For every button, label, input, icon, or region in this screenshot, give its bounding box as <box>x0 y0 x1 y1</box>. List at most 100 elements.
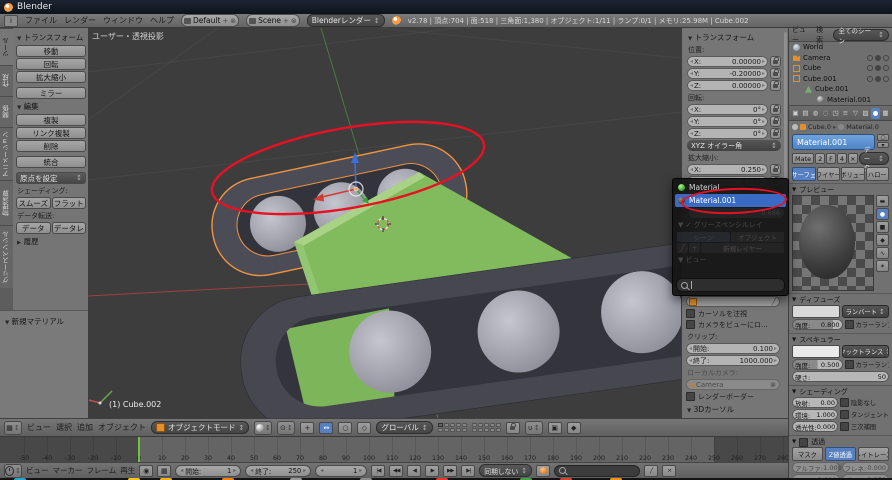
browse-material-button[interactable]: Mate <box>792 153 815 164</box>
location-z-field[interactable]: ◂ Z: 0.00000 ▸ <box>687 80 768 91</box>
scene-selector[interactable]: Scene + ⊗ <box>246 14 300 27</box>
mirror-button[interactable]: ミラー <box>16 87 86 99</box>
rotation-z-field[interactable]: ◂ Z: 0° ▸ <box>687 128 768 139</box>
tab-render-icon[interactable]: ▣ <box>791 108 800 119</box>
tab-object-icon[interactable]: ◳ <box>831 108 840 119</box>
transparency-raytrace-button[interactable]: レイトレース <box>858 447 889 461</box>
join-button[interactable]: 統合 <box>16 156 86 168</box>
render-engine-dropdown[interactable]: Blenderレンダー ↕ <box>306 14 385 27</box>
pin-button[interactable]: ○ <box>877 134 889 141</box>
diffuse-color-swatch[interactable] <box>792 305 840 318</box>
material-name-field[interactable]: Material.001 <box>792 134 875 150</box>
insert-keyframe-button[interactable]: ╱ <box>644 464 659 477</box>
render-opengl-anim-button[interactable]: ◆ <box>566 421 581 434</box>
tab-render-layers-icon[interactable]: ▤ <box>801 108 810 119</box>
preview-cube-button[interactable]: ■ <box>876 221 889 233</box>
pivot-point-dropdown[interactable]: ⊙ ↕ <box>277 420 296 435</box>
menu-render[interactable]: レンダー <box>64 15 96 26</box>
tab-relations[interactable]: 関係 <box>0 96 13 127</box>
preview-flat-button[interactable]: ▬ <box>876 195 889 207</box>
close-layout-button[interactable]: ⊗ <box>230 17 236 25</box>
current-frame-field[interactable]: ◂ 1 ▸ <box>315 464 368 477</box>
type-wire-tab[interactable]: ワイヤー <box>816 167 840 181</box>
close-scene-button[interactable]: ⊗ <box>291 17 297 25</box>
menu-select[interactable]: 選択 <box>56 422 72 433</box>
screen-layout-selector[interactable]: Default + ⊗ <box>181 14 240 27</box>
delete-keyframe-button[interactable]: × <box>662 464 677 477</box>
shade-flat-button[interactable]: フラット <box>51 197 86 209</box>
local-camera-field[interactable]: Camera ⊗ <box>686 379 780 390</box>
transparency-checkbox[interactable] <box>799 437 809 447</box>
menu-add[interactable]: 追加 <box>77 422 93 433</box>
tab-tools[interactable]: ツール <box>0 28 13 65</box>
clip-end-field[interactable]: ◂ 終了: 1000.000 ▸ <box>686 355 780 366</box>
panel-header-edit[interactable]: ▼ 編集 <box>17 101 86 112</box>
jump-to-start-button[interactable]: |◀ <box>371 464 386 477</box>
menu-view[interactable]: ビュー <box>27 422 51 433</box>
tab-physics[interactable]: 物理演算 <box>0 180 13 225</box>
frame-start-field[interactable]: ◂ 開始: 1 ▸ <box>175 464 242 477</box>
menu-view[interactable]: ビュー <box>26 465 49 476</box>
users-count-button[interactable]: 2 <box>815 153 826 164</box>
auto-keyframe-button[interactable] <box>536 464 551 477</box>
menu-frame[interactable]: フレーム <box>87 465 117 476</box>
set-origin-dropdown[interactable]: 原点を設定 ↕ <box>16 172 86 184</box>
manipulator-rotate-button[interactable]: ○ <box>338 421 353 434</box>
preview-hair-button[interactable]: ∿ <box>876 247 889 259</box>
tangent-shading-checkbox[interactable]: タンジェント... <box>840 410 889 419</box>
render-opengl-button[interactable]: ▣ <box>547 421 562 434</box>
viewport-3d-scene[interactable] <box>88 28 681 418</box>
sync-mode-dropdown[interactable]: 同期しない ↕ <box>479 464 533 477</box>
transparency-mask-button[interactable]: マスク <box>792 447 823 461</box>
diffuse-shader-dropdown[interactable]: ランバート ↕ <box>841 305 889 318</box>
layers-grid-2[interactable] <box>471 423 501 432</box>
rotate-button[interactable]: 回転 <box>16 58 86 70</box>
specular-ramp-checkbox[interactable]: カラーランプ <box>844 360 889 369</box>
menu-window[interactable]: ウィンドウ <box>103 15 143 26</box>
type-halo-tab[interactable]: ハロー <box>865 167 889 181</box>
outliner-item-cube-001-data[interactable]: Cube.001 <box>789 84 892 95</box>
lock-icon[interactable] <box>770 68 781 79</box>
tab-material-icon[interactable]: ● <box>871 107 880 119</box>
panel-header-transform[interactable]: ▼ トランスフォーム <box>17 32 86 43</box>
menu-file[interactable]: ファイル <box>25 15 57 26</box>
editor-type-button[interactable]: ▦ ↕ <box>4 420 22 435</box>
lock-icon[interactable] <box>770 80 781 91</box>
rotation-mode-dropdown[interactable]: XYZ オイラー角 ↕ <box>687 140 781 151</box>
popup-search-input[interactable] <box>676 278 785 292</box>
outliner-item-camera[interactable]: Camera <box>789 53 892 64</box>
frame-end-field[interactable]: ◂ 終了: 250 ▸ <box>245 464 312 477</box>
delete-button[interactable]: 削除 <box>16 140 86 152</box>
play-button[interactable]: ▶ <box>425 464 440 477</box>
tab-modifiers-icon[interactable]: ▽ <box>851 108 860 119</box>
render-border-row[interactable]: レンダーボーダー <box>686 391 780 402</box>
scale-button[interactable]: 拡大縮小 <box>16 71 86 83</box>
cubic-interpolation-checkbox[interactable]: 三次補間 <box>840 422 889 431</box>
jump-prev-keyframe-button[interactable]: ◀◀ <box>389 464 404 477</box>
tab-scene-icon[interactable]: ◍ <box>811 108 820 119</box>
alpha-field[interactable]: アルファ: 1.000 <box>792 462 842 473</box>
manipulator-toggle[interactable]: + <box>300 421 315 434</box>
window-titlebar[interactable]: Blender <box>0 0 892 14</box>
transform-orientation-dropdown[interactable]: グローバル ↕ <box>376 421 433 434</box>
outliner-item-cube[interactable]: Cube <box>789 63 892 74</box>
outliner-item-cube-001[interactable]: Cube.001 <box>789 74 892 85</box>
fresnel-field[interactable]: フレネ: 0.000 <box>841 462 889 473</box>
preview-sphere-button[interactable]: ● <box>876 208 889 220</box>
diffuse-ramp-checkbox[interactable]: カラーランプ <box>844 320 889 329</box>
scale-x-field[interactable]: ◂ X: 0.250 ▸ <box>687 164 768 175</box>
mode-dropdown[interactable]: オブジェクトモード ↕ <box>151 421 250 434</box>
preview-range-icon[interactable]: ◉ <box>139 464 154 477</box>
rotation-y-field[interactable]: ◂ Y: 0° ▸ <box>687 116 768 127</box>
tab-grease-pencil[interactable]: グリースペンシル <box>0 225 13 288</box>
tab-data-icon[interactable]: ▨ <box>861 108 870 119</box>
outliner-item-world[interactable]: World <box>789 42 892 53</box>
translate-button[interactable]: 移動 <box>16 45 86 57</box>
layers-grid-1[interactable] <box>437 423 467 432</box>
jump-next-keyframe-button[interactable]: ▶▶ <box>443 464 458 477</box>
manipulator-translate-button[interactable]: ↔ <box>319 421 334 434</box>
preview-monkey-button[interactable]: ◆ <box>876 234 889 246</box>
add-scene-button[interactable]: + <box>283 17 289 25</box>
specular-shader-dropdown[interactable]: クックトランス↕ <box>841 345 889 358</box>
panel-header-history[interactable]: ▶ 履歴 <box>17 236 86 247</box>
